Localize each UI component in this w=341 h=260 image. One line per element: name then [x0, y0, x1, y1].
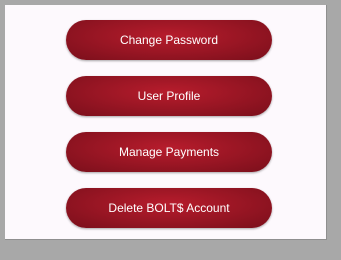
- settings-panel: Change Password User Profile Manage Paym…: [5, 5, 327, 240]
- manage-payments-button[interactable]: Manage Payments: [66, 132, 272, 172]
- change-password-button[interactable]: Change Password: [66, 20, 272, 60]
- delete-account-button[interactable]: Delete BOLT$ Account: [66, 188, 272, 228]
- user-profile-button[interactable]: User Profile: [66, 76, 272, 116]
- settings-menu: Change Password User Profile Manage Paym…: [66, 20, 272, 228]
